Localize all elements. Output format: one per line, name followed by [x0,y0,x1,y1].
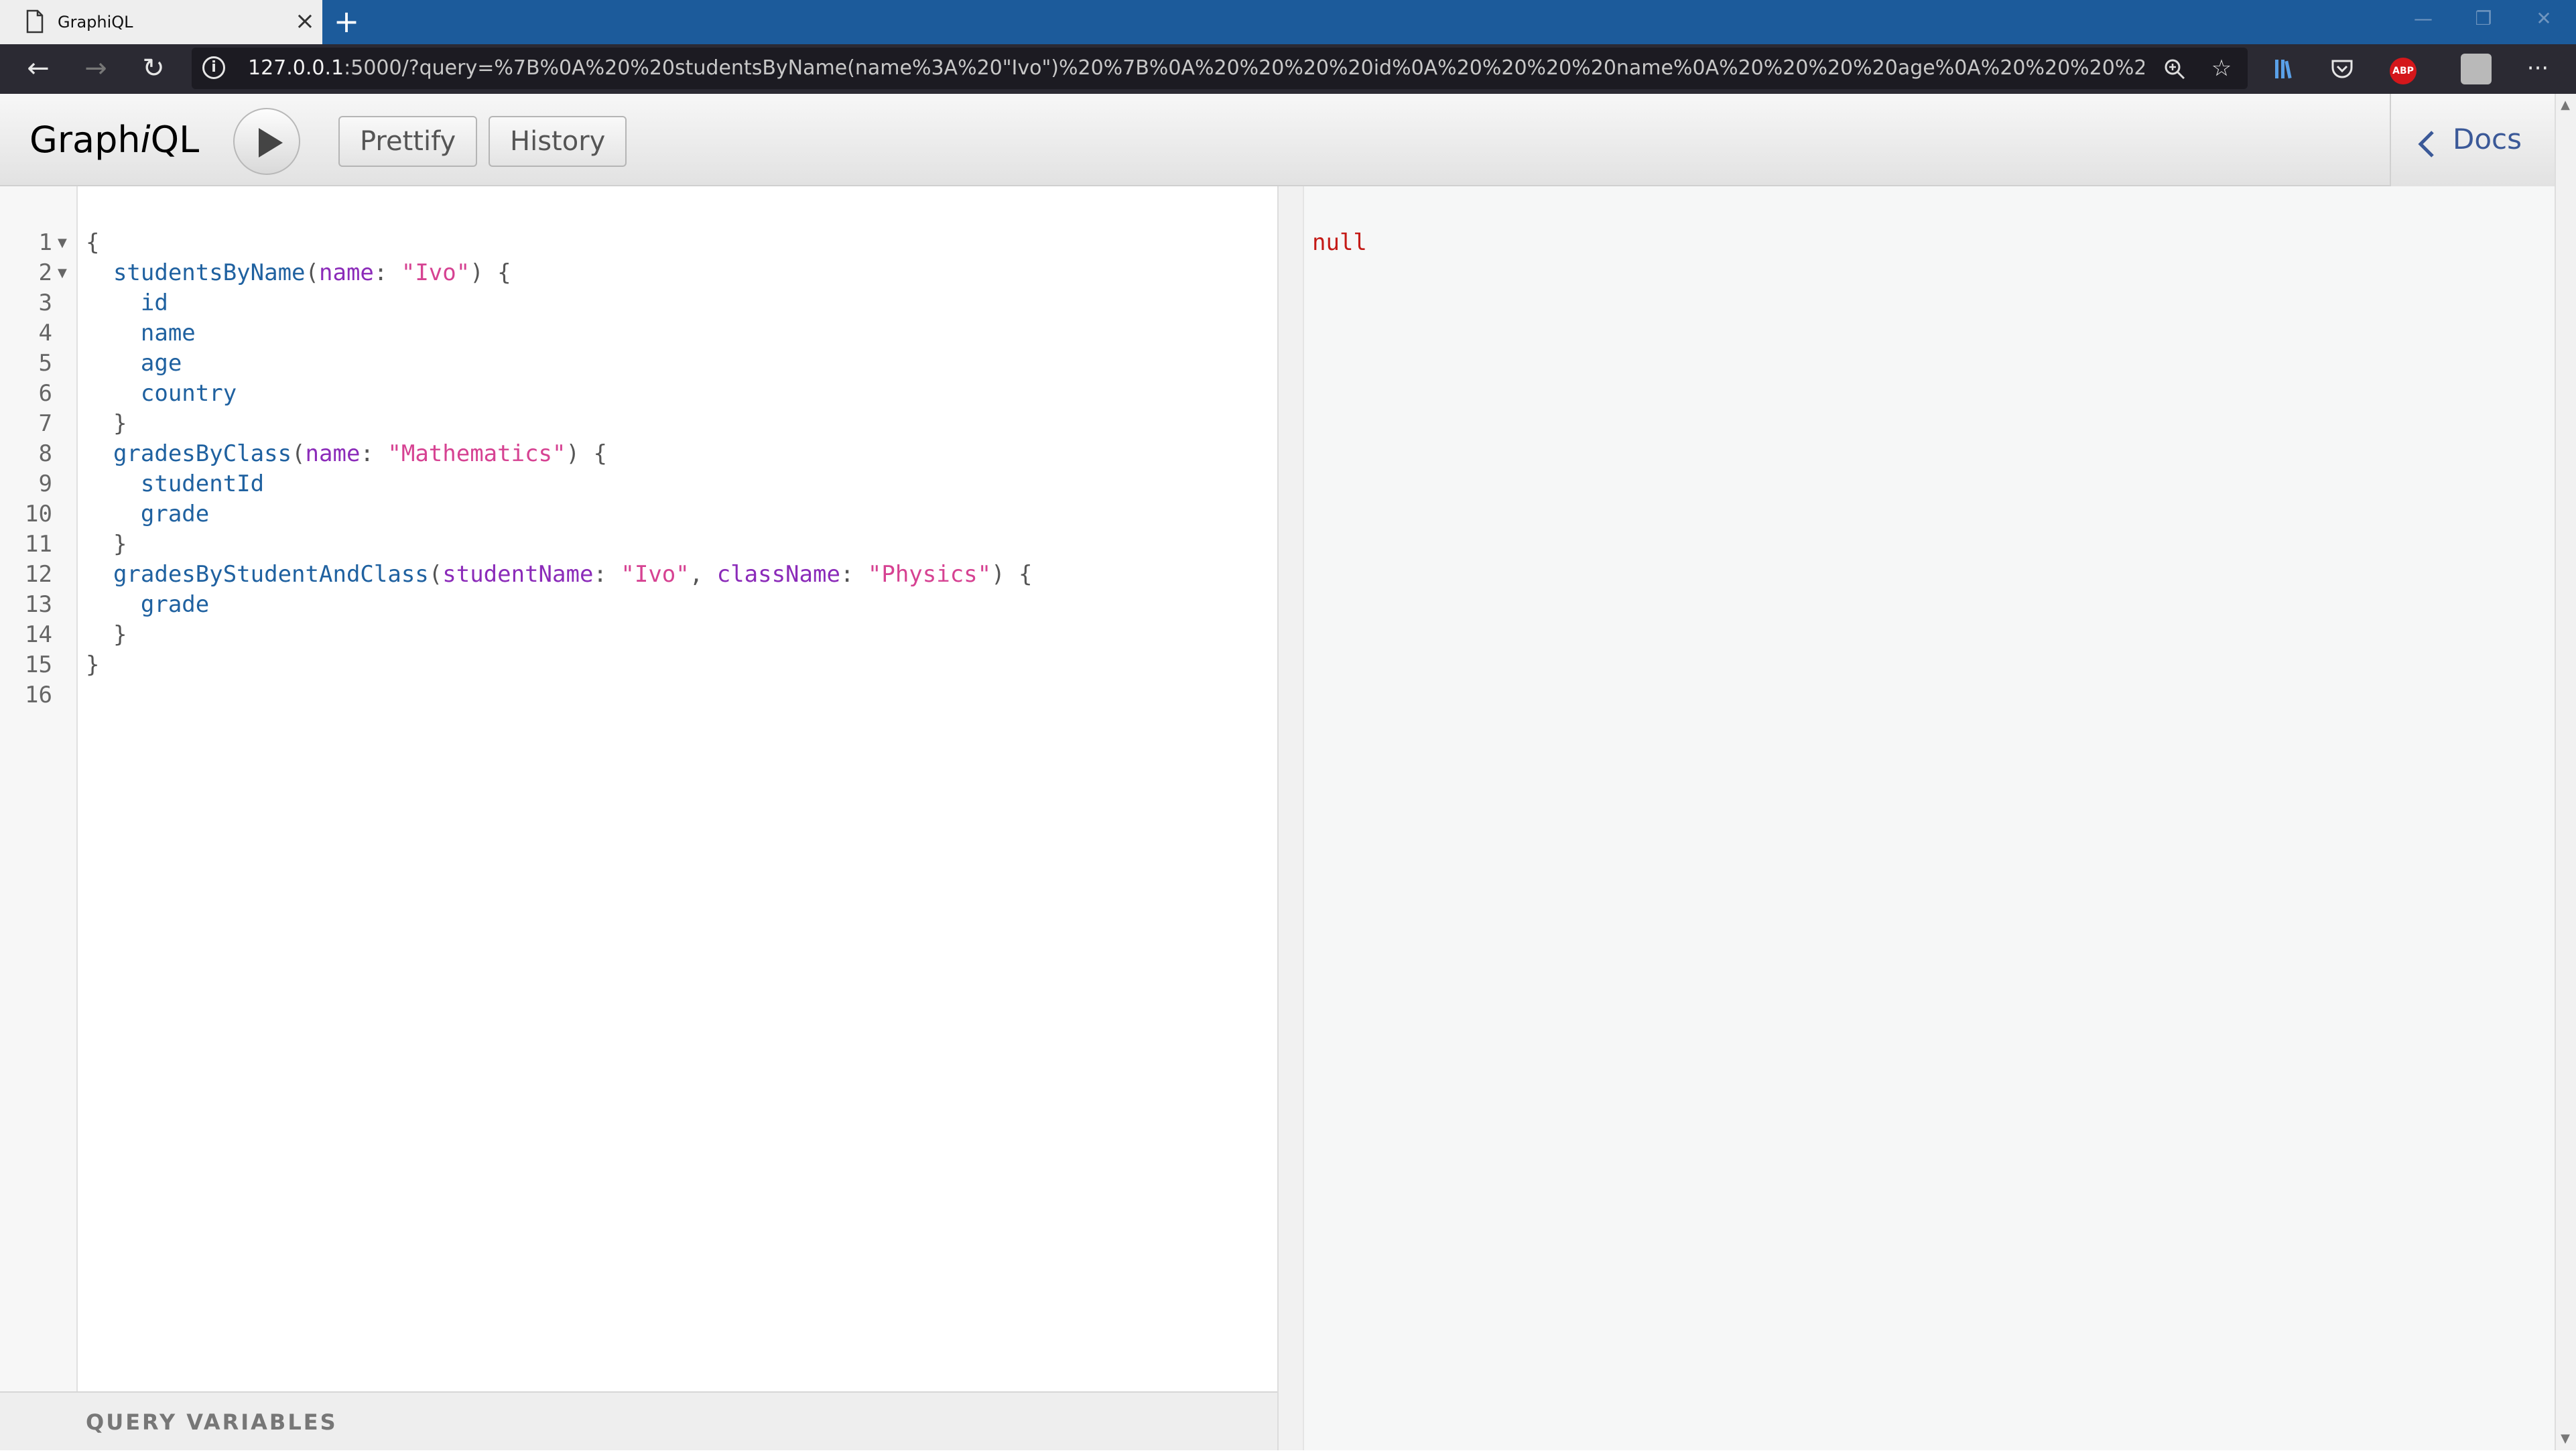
code-line: studentsByName(name: "Ivo") { [113,259,511,286]
adblock-icon[interactable]: ABP [2390,58,2417,84]
fold-arrow-icon[interactable]: ▼ [58,228,71,258]
bookmark-star-icon[interactable]: ☆ [2198,44,2245,94]
line-number: 12 [25,561,52,588]
code-line: } [113,531,127,558]
result-pane [1304,186,2555,1450]
pane-divider[interactable] [1277,186,1304,1450]
code-line: name [140,320,196,346]
code-line: studentId [140,470,265,497]
line-number: 3 [38,290,52,316]
line-number: 2 [38,259,52,286]
line-number: 16 [25,682,52,708]
line-number: 15 [25,651,52,678]
query-variables-label[interactable]: QUERY VARIABLES [86,1391,338,1450]
line-number: 8 [38,440,52,467]
url-host: 127.0.0.1 [248,56,344,80]
tab-title: GraphiQL [58,13,133,31]
code-line: gradesByStudentAndClass(studentName: "Iv… [113,561,1033,588]
code-line: grade [140,591,210,618]
line-number: 14 [25,621,52,648]
back-icon[interactable]: ← [13,44,63,94]
query-editor[interactable] [78,186,1277,1391]
info-icon[interactable]: i [202,56,225,79]
prettify-button[interactable]: Prettify [338,116,478,167]
reload-icon[interactable]: ↻ [129,44,178,94]
maximize-icon[interactable]: ❐ [2457,0,2510,40]
line-number: 5 [38,350,52,377]
code-line: } [113,410,127,437]
line-number: 11 [25,531,52,558]
history-button[interactable]: History [489,116,627,167]
line-number: 1 [38,229,52,256]
page-icon [25,9,44,34]
result-value: null [1312,229,1367,256]
line-number: 6 [38,380,52,407]
url-text[interactable]: 127.0.0.1:5000/?query=%7B%0A%20%20studen… [248,48,2144,89]
window-close-icon[interactable]: ✕ [2517,0,2571,40]
chevron-left-icon [2417,129,2437,162]
tab-close-icon[interactable]: × [294,0,316,44]
play-icon [259,128,283,157]
tab-strip [0,0,2576,44]
scroll-down-icon[interactable]: ▼ [2555,1429,2576,1449]
minimize-icon[interactable]: — [2396,0,2450,40]
line-number: 13 [25,591,52,618]
url-path: :5000/?query=%7B%0A%20%20studentsByName(… [344,56,2144,80]
line-number: 4 [38,320,52,346]
line-number: 9 [38,470,52,497]
code-line: { [86,229,100,256]
code-line: gradesByClass(name: "Mathematics") { [113,440,607,467]
code-line: } [86,651,100,678]
graphiql-logo: GraphiQL [29,119,200,161]
scroll-up-icon[interactable]: ▲ [2555,95,2576,115]
code-line: } [113,621,127,648]
fold-arrow-icon[interactable]: ▼ [58,258,71,288]
line-number: 10 [25,501,52,527]
library-icon[interactable] [2260,44,2307,94]
browser-tab[interactable] [0,0,322,44]
code-line: id [140,290,168,316]
line-number: 7 [38,410,52,437]
avatar-icon[interactable] [2461,54,2492,84]
new-tab-button[interactable]: + [333,0,360,44]
execute-query-button[interactable] [233,108,300,175]
code-line: age [140,350,182,377]
menu-icon[interactable]: ··· [2514,44,2561,94]
docs-label[interactable]: Docs [2453,94,2522,186]
code-line: country [140,380,237,407]
forward-icon[interactable]: → [71,44,121,94]
zoom-icon[interactable] [2151,44,2198,94]
page-scrollbar[interactable] [2555,94,2576,1450]
code-line: grade [140,501,210,527]
pocket-icon[interactable] [2319,44,2366,94]
